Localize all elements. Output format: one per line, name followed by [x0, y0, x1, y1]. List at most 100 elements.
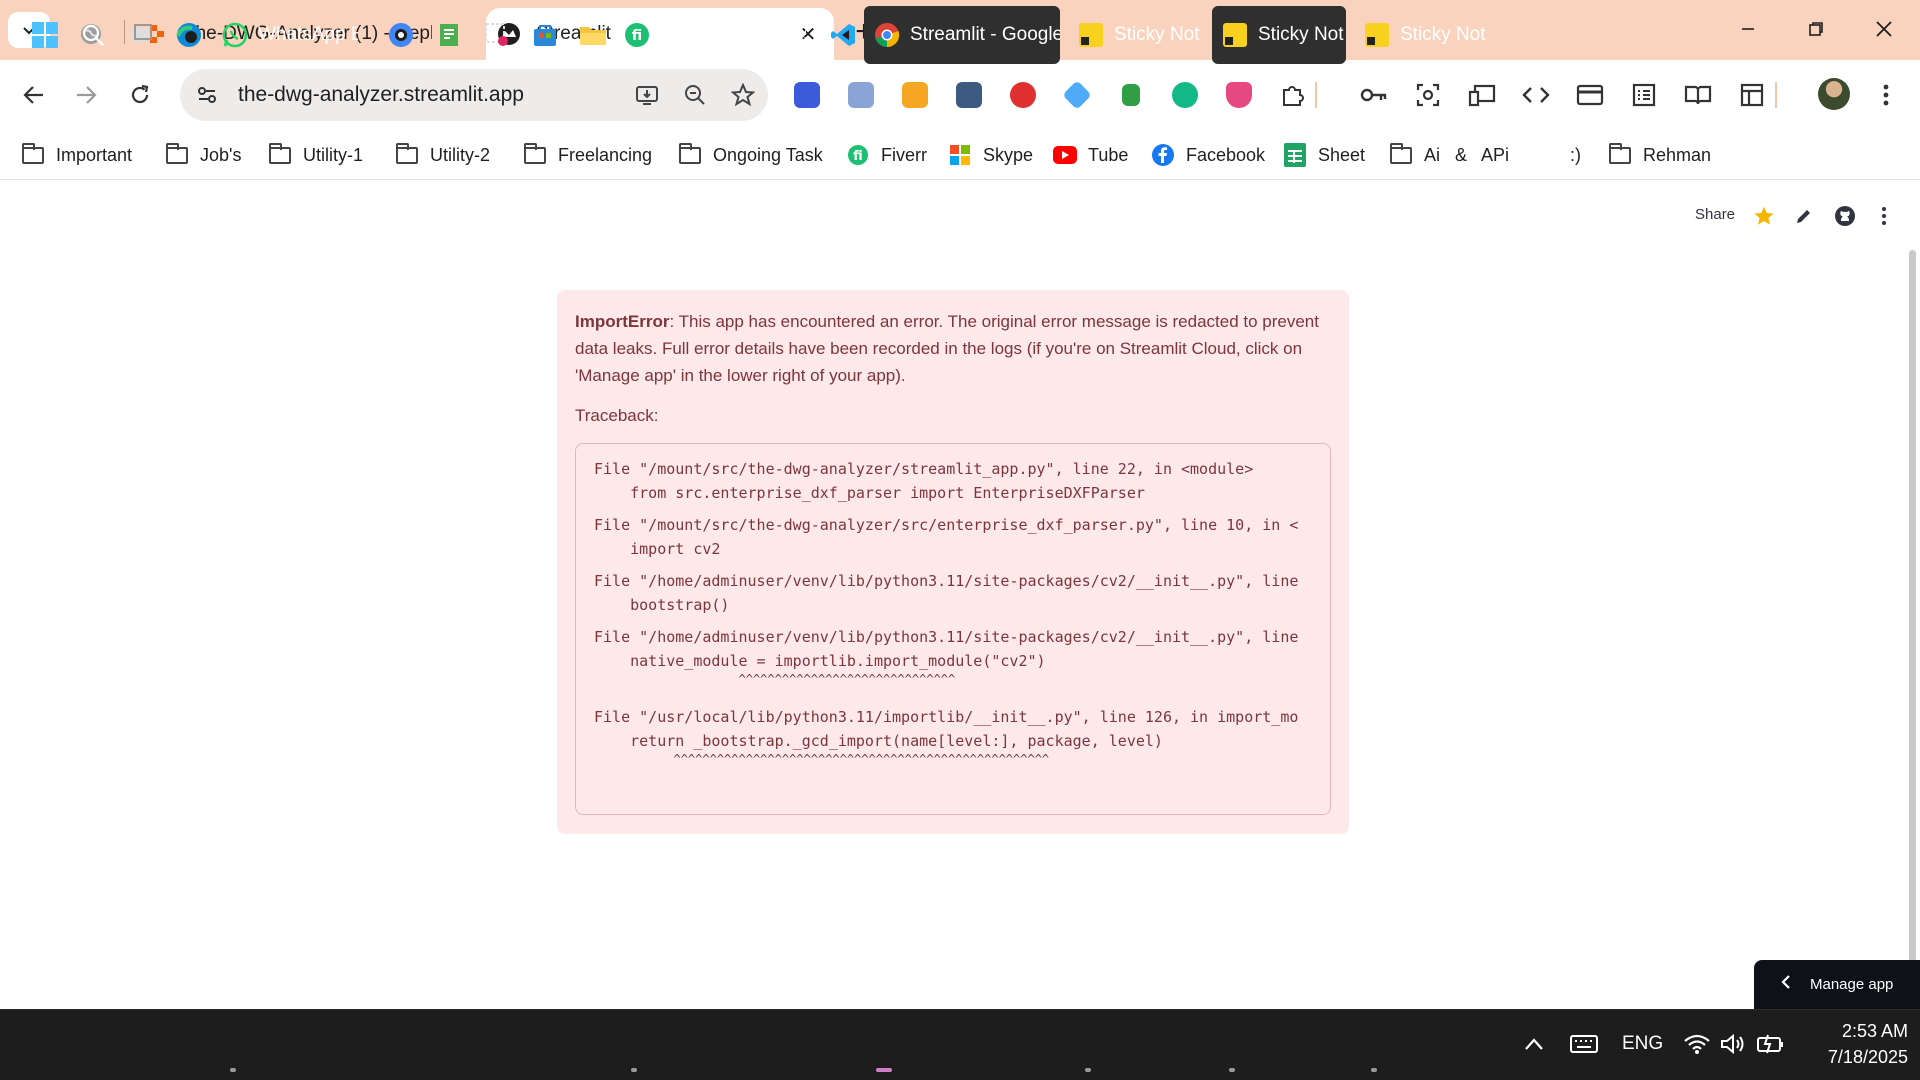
forward-button[interactable] [64, 73, 108, 117]
side-panel-icon[interactable] [1734, 77, 1770, 113]
bookmark-star-icon[interactable] [720, 72, 766, 118]
address-bar[interactable]: the-dwg-analyzer.streamlit.app [180, 69, 768, 121]
chrome-icon [872, 20, 902, 50]
extension-icon[interactable] [1221, 77, 1257, 113]
extension-icon[interactable] [789, 77, 825, 113]
extension-icon[interactable] [1167, 77, 1203, 113]
extension-icon[interactable] [951, 77, 987, 113]
language-indicator[interactable]: ENG [1622, 1018, 1663, 1070]
profile-avatar[interactable] [1818, 78, 1850, 110]
payment-card-icon[interactable] [1572, 77, 1608, 113]
store-icon [530, 20, 560, 50]
install-app-icon[interactable] [624, 72, 670, 118]
extension-icon[interactable] [1059, 77, 1095, 113]
zoom-icon[interactable] [672, 72, 718, 118]
fiverr-icon: fi [622, 20, 652, 50]
code-line: File "/usr/local/lib/python3.11/importli… [594, 708, 1299, 726]
manage-app-button[interactable]: Manage app [1754, 960, 1920, 1009]
taskbar-sticky-notes-3[interactable]: Sticky Not [1354, 6, 1488, 64]
password-key-icon[interactable] [1356, 77, 1392, 113]
error-message: ImportError: This app has encountered an… [575, 308, 1331, 335]
battery-icon[interactable] [1756, 1018, 1784, 1070]
bookmark-folder-ai-api[interactable]: Ai & APi [1388, 138, 1509, 172]
bookmark-label: :) [1570, 144, 1581, 165]
folder-icon [1388, 142, 1414, 168]
minimize-button[interactable] [1718, 6, 1778, 52]
bookmark-folder-freelancing[interactable]: Freelancing [522, 138, 652, 172]
extension-icon[interactable] [1005, 77, 1041, 113]
running-indicator [230, 1068, 236, 1072]
star-icon[interactable] [1750, 202, 1778, 230]
back-button[interactable] [12, 73, 56, 117]
close-icon [1876, 21, 1892, 37]
taskbar-chrome-streamlit[interactable]: Streamlit - Google [864, 6, 1060, 64]
share-button[interactable]: Share [1695, 206, 1735, 223]
bookmark-folder-utility-1[interactable]: Utility-1 [267, 138, 363, 172]
extension-icon[interactable] [897, 77, 933, 113]
taskbar-notepad[interactable] [426, 6, 472, 64]
bookmark-skype[interactable]: Skype [947, 138, 1033, 172]
bookmark-folder-rehman[interactable]: Rehman [1607, 138, 1711, 172]
bookmark-folder-important[interactable]: Important [20, 138, 132, 172]
start-button[interactable] [22, 6, 68, 64]
device-toolbar-icon[interactable] [1464, 77, 1500, 113]
url-text[interactable]: the-dwg-analyzer.streamlit.app [230, 83, 624, 107]
bookmark-smiley[interactable]: :) [1570, 138, 1581, 172]
browser-menu-button[interactable] [1868, 77, 1904, 113]
bookmark-folder-ongoing-task[interactable]: Ongoing Task [677, 138, 823, 172]
bookmark-label: Utility-2 [430, 144, 491, 165]
taskbar-snipping-tool[interactable] [474, 6, 520, 64]
taskbar-file-explorer[interactable] [570, 6, 616, 64]
screenshot-icon[interactable] [1410, 77, 1446, 113]
taskbar-vscode[interactable] [820, 6, 866, 64]
code-line: File "/mount/src/the-dwg-analyzer/stream… [594, 460, 1254, 478]
restore-icon [1809, 22, 1823, 36]
bookmark-folder-utility-2[interactable]: Utility-2 [394, 138, 490, 172]
reload-button[interactable] [118, 73, 162, 117]
bookmark-facebook[interactable]: Facebook [1150, 138, 1265, 172]
fiverr-icon: fi [845, 142, 871, 168]
taskbar-google-app[interactable] [378, 6, 424, 64]
bookmark-tube[interactable]: Tube [1052, 138, 1128, 172]
wifi-icon[interactable] [1684, 1018, 1710, 1070]
running-indicator [631, 1068, 637, 1072]
edit-pencil-icon[interactable] [1790, 202, 1818, 230]
github-icon[interactable] [1831, 202, 1859, 230]
taskbar-edge[interactable] [166, 6, 212, 64]
extension-icon[interactable] [843, 77, 879, 113]
system-clock[interactable]: 2:53 AM 7/18/2025 [1808, 1018, 1908, 1070]
touch-keyboard-button[interactable] [1570, 1018, 1598, 1070]
reading-list-icon[interactable] [1626, 77, 1662, 113]
taskbar-whatsapp[interactable]: WhatsApp B [212, 6, 358, 64]
bookmark-folder-jobs[interactable]: Job's [164, 138, 241, 172]
reading-mode-icon[interactable] [1680, 77, 1716, 113]
task-view-button[interactable] [118, 6, 164, 64]
sticky-notes-icon [1076, 20, 1106, 50]
app-menu-button[interactable] [1870, 202, 1898, 230]
volume-icon[interactable] [1720, 1018, 1746, 1070]
close-window-button[interactable] [1854, 6, 1914, 52]
taskbar-sticky-notes-1[interactable]: Sticky Not [1068, 6, 1202, 64]
traceback-code-block[interactable]: File "/mount/src/the-dwg-analyzer/stream… [575, 443, 1331, 815]
puzzle-icon[interactable] [1275, 77, 1311, 113]
more-vertical-icon [1883, 84, 1889, 106]
running-indicator [1085, 1068, 1091, 1072]
bookmark-label: Ongoing Task [713, 144, 823, 165]
folder-icon [394, 142, 420, 168]
page-scrollbar[interactable] [1909, 250, 1916, 990]
svg-text:fi: fi [853, 149, 863, 164]
show-hidden-icons-button[interactable] [1524, 1018, 1544, 1070]
bookmark-sheet[interactable]: Sheet [1282, 138, 1365, 172]
taskbar-fiverr[interactable]: fi Fiverr - Seller Dasl [614, 6, 806, 64]
bookmark-label: Job's [200, 144, 242, 165]
code-icon[interactable] [1518, 77, 1554, 113]
reload-icon [131, 84, 149, 104]
folder-icon [267, 142, 293, 168]
taskbar-sticky-notes-2[interactable]: Sticky Not [1212, 6, 1346, 64]
extension-icon[interactable] [1113, 77, 1149, 113]
restore-button[interactable] [1786, 6, 1846, 52]
bookmark-fiverr[interactable]: fi Fiverr [845, 138, 927, 172]
taskbar-store[interactable] [522, 6, 568, 64]
site-info-icon[interactable] [184, 72, 230, 118]
taskbar-search-button[interactable] [70, 6, 116, 64]
